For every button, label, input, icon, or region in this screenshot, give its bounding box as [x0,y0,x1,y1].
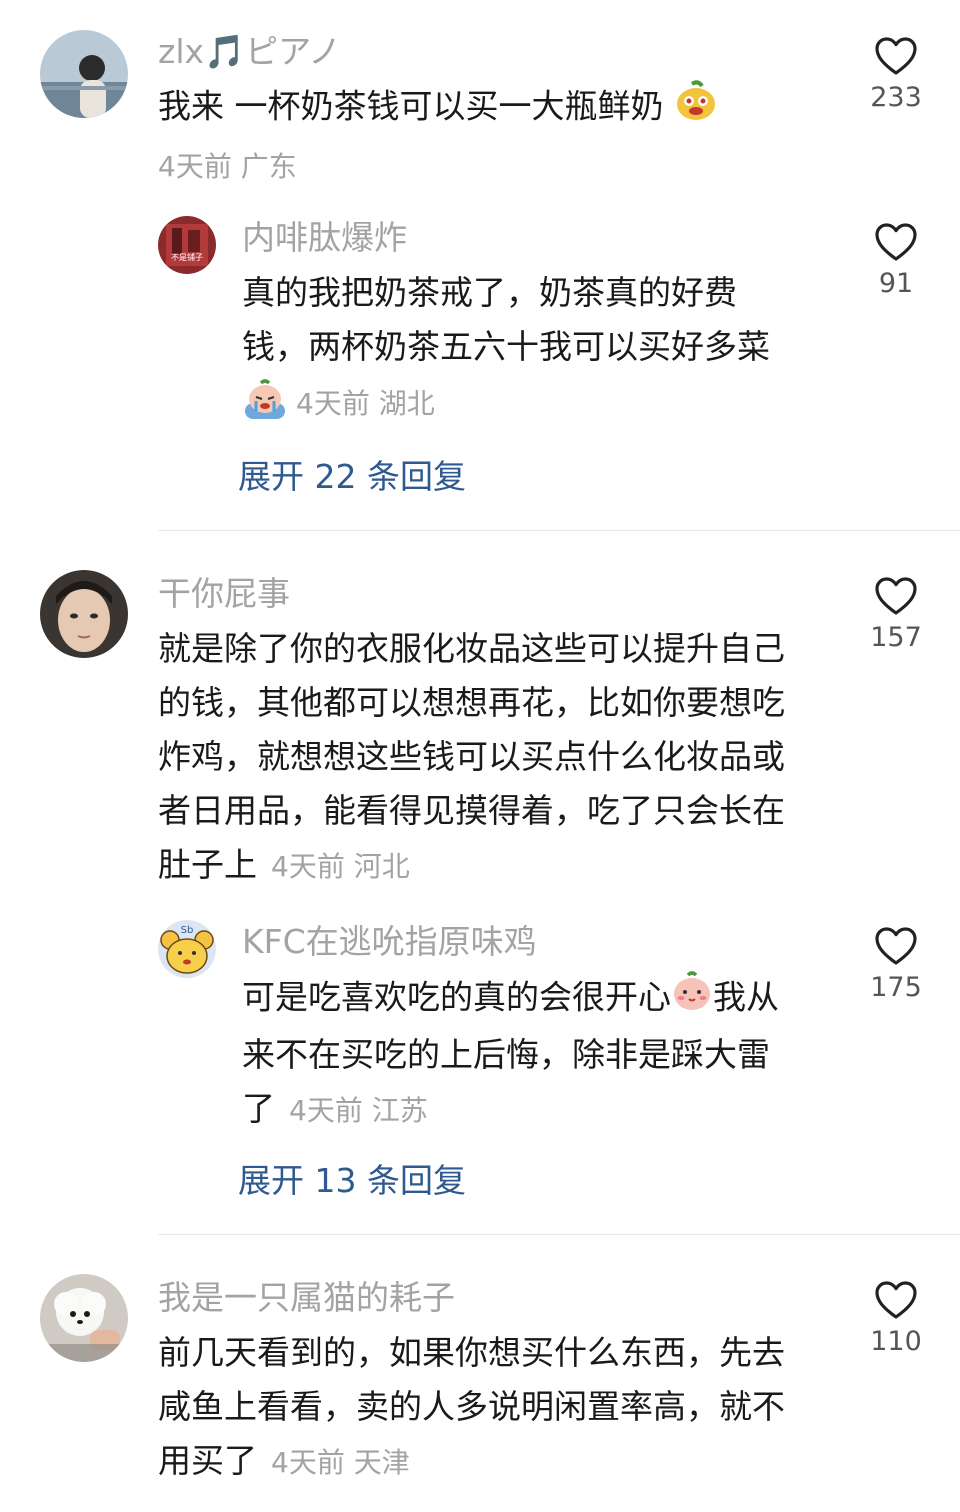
heart-outline-icon[interactable] [874,222,918,262]
comment-text-line: 了 4天前 江苏 [242,1089,428,1128]
comment-text-line: 肚子上 4天前 河北 [158,845,410,884]
comment-text-line: 的钱，其他都可以想想再花，比如你要想吃 [158,683,785,722]
heart-outline-icon[interactable] [874,36,918,76]
comment-text: 可是吃喜欢吃的真的会很开心 我从 来不在买吃的上后悔，除非是踩大雷 了 4天前 江… [242,970,842,1138]
comment-text-line: 咸鱼上看看，卖的人多说明闲置率高，就不 [158,1387,785,1426]
comment-text-line: 炸鸡，就想想这些钱可以买点什么化妆品或 [158,737,785,776]
like-button[interactable]: 157 [856,576,936,653]
avatar-caption: 不是铺子 [171,252,203,262]
avatar[interactable] [40,1274,128,1362]
like-count: 175 [870,972,922,1003]
reply-meta-row: 4天前 湖北 [242,378,435,426]
expand-replies-link[interactable]: 展开 13 条回复 [238,1154,466,1202]
comment-text-line: 前几天看到的，如果你想买什么东西，先去 [158,1333,785,1372]
comment-meta: 4天前 湖北 [296,387,435,420]
comment-text-line: 者日用品，能看得见摸得着，吃了只会长在 [158,791,785,830]
comment-author[interactable]: 我是一只属猫的耗子 [158,1278,455,1318]
like-button[interactable]: 110 [856,1280,936,1357]
comment-meta: 4天前 天津 [271,1446,410,1479]
comment-text: 就是除了你的衣服化妆品这些可以提升自己 的钱，其他都可以想想再花，比如你要想吃 … [158,622,848,894]
comment-text-line: 真的我把奶茶戒了，奶茶真的好费 [242,273,737,312]
like-button[interactable]: 175 [856,926,936,1003]
avatar[interactable]: 不是铺子 [158,216,216,274]
like-count: 110 [870,1326,922,1357]
comment-text: 我来 一杯奶茶钱可以买一大瓶鲜奶 [158,78,858,138]
comment-text-line: 就是除了你的衣服化妆品这些可以提升自己 [158,629,785,668]
comment-author[interactable]: KFC在逃吮指原味鸡 [242,922,537,962]
crying-emoji-icon [242,377,288,427]
comment-author[interactable]: 内啡肽爆炸 [242,218,407,258]
comment-meta: 4天前 河北 [271,850,410,883]
heart-outline-icon[interactable] [874,576,918,616]
comment-text-line: 来不在买吃的上后悔，除非是踩大雷 [242,1035,770,1074]
heart-outline-icon[interactable] [874,1280,918,1320]
comment-author[interactable]: 干你屁事 [158,574,290,614]
like-button[interactable]: 233 [856,36,936,113]
comment-text-line: 我来 一杯奶茶钱可以买一大瓶鲜奶 [158,86,664,126]
avatar[interactable] [40,30,128,118]
avatar[interactable]: Sb [158,920,216,978]
avatar-caption: Sb [181,925,194,936]
like-count: 157 [870,622,922,653]
avatar[interactable] [40,570,128,658]
like-count: 233 [870,82,922,113]
like-count: 91 [878,268,914,299]
comment-meta: 4天前 江苏 [289,1094,428,1127]
comment-text-line: 钱，两杯奶茶五六十我可以买好多菜 [242,327,770,366]
comment-meta: 4天前 广东 [158,150,297,183]
monkey-emoji-icon [674,78,718,138]
divider [158,1234,960,1235]
divider [158,530,960,531]
comment-text-line: 用买了 4天前 天津 [158,1441,410,1480]
comment-text-line: 可是吃喜欢吃的真的会很开心 我从 [242,970,842,1028]
comment-author[interactable]: zlx🎵ピアノ [158,32,341,72]
comment-text: 前几天看到的，如果你想买什么东西，先去 咸鱼上看看，卖的人多说明闲置率高，就不 … [158,1326,848,1490]
like-button[interactable]: 91 [856,222,936,299]
comment-text: 真的我把奶茶戒了，奶茶真的好费 钱，两杯奶茶五六十我可以买好多菜 [242,266,842,374]
heart-outline-icon[interactable] [874,926,918,966]
blush-emoji-icon [671,970,713,1028]
expand-replies-link[interactable]: 展开 22 条回复 [238,450,466,498]
